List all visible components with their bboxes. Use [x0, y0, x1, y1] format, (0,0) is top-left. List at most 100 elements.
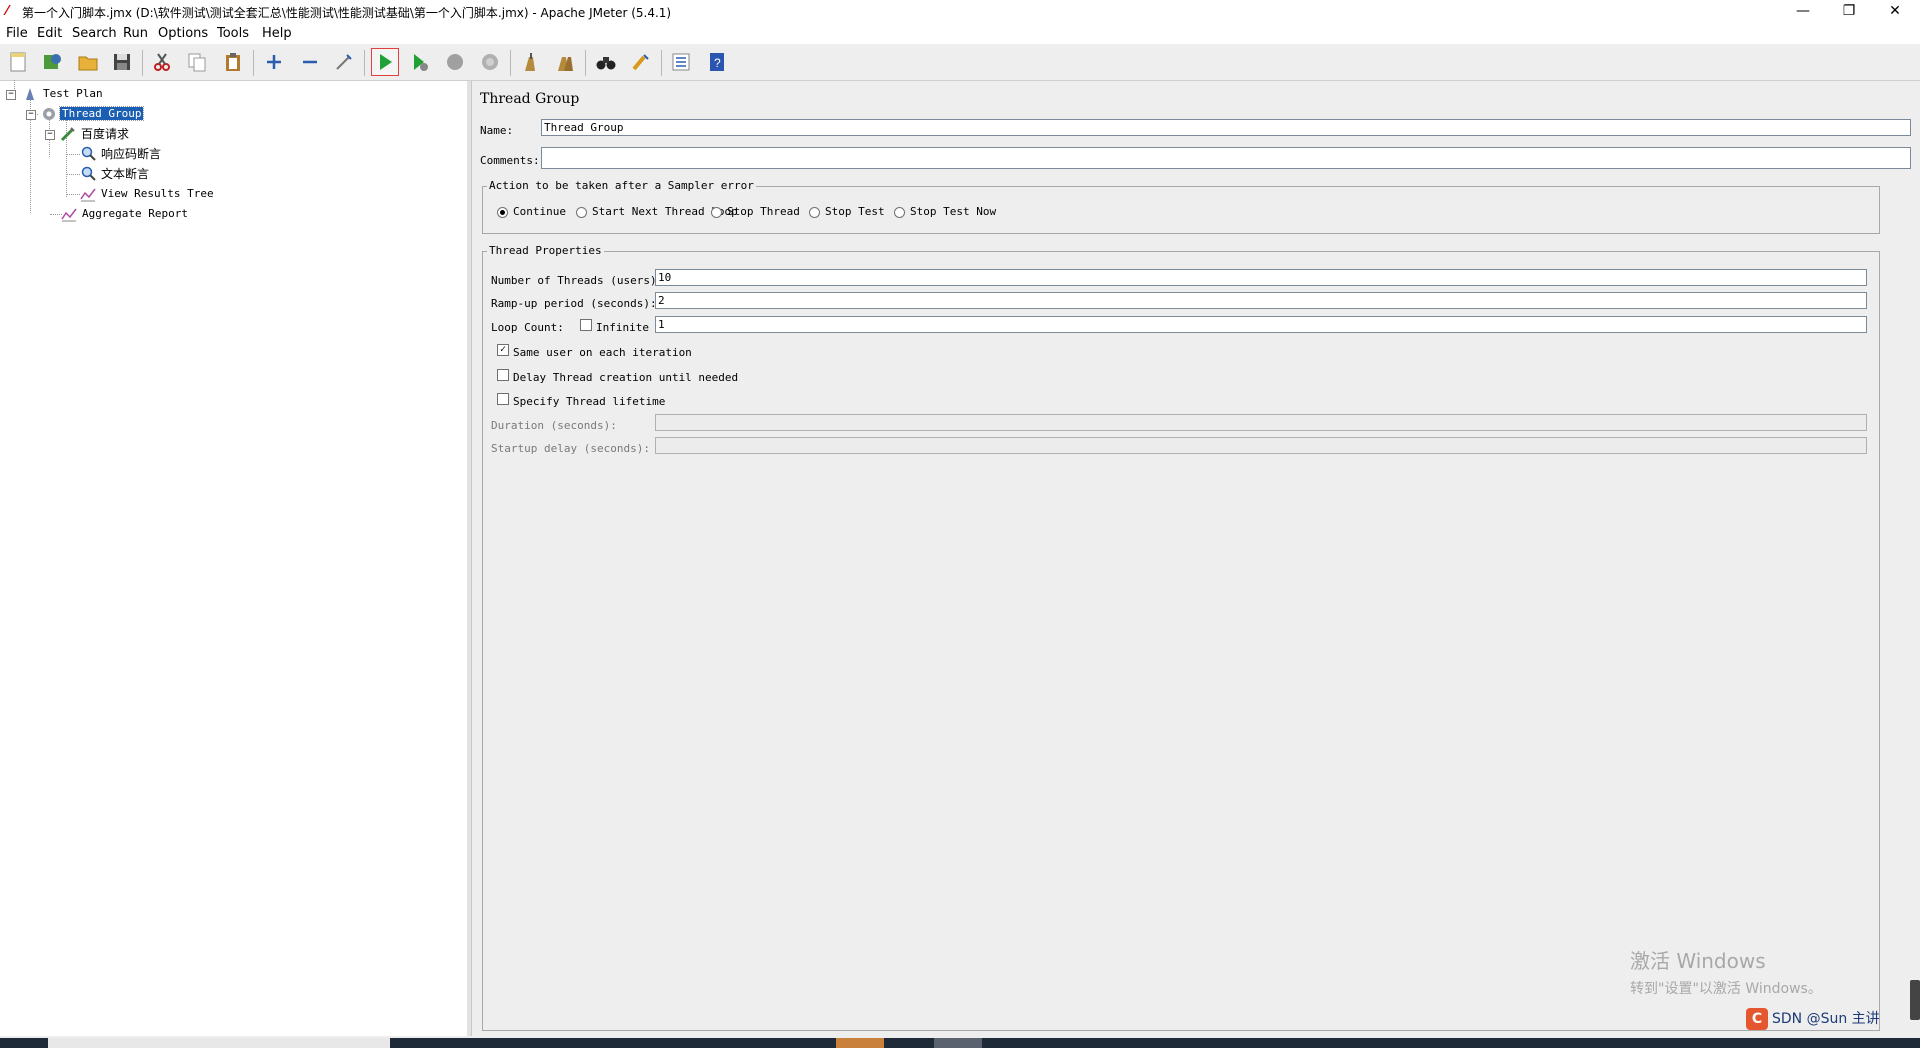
scissors-icon [154, 53, 170, 71]
shutdown-button[interactable] [476, 48, 504, 76]
save-button[interactable] [108, 48, 136, 76]
stop-test-now-label[interactable]: Stop Test Now [910, 205, 996, 218]
stop-test-now-radio[interactable] [894, 207, 905, 218]
thread-lifetime-checkbox[interactable] [497, 393, 509, 405]
menu-edit[interactable]: Edit [37, 26, 62, 41]
play-no-pauses-icon [414, 54, 428, 71]
test-plan-icon [22, 86, 38, 102]
jmeter-feather-icon: ⁄ [6, 4, 9, 19]
title-bar: ⁄ 第一个入门脚本.jmx (D:\软件测试\测试全套汇总\性能测试\性能测试基… [0, 0, 1920, 24]
menu-options[interactable]: Options [158, 26, 208, 41]
stop-thread-label[interactable]: Stop Thread [727, 205, 800, 218]
stop-thread-radio[interactable] [711, 207, 722, 218]
loop-count-field[interactable]: 1 [655, 316, 1867, 333]
close-button[interactable]: ✕ [1872, 0, 1918, 22]
templates-button[interactable] [38, 48, 66, 76]
windows-activation-watermark: 激活 Windows 转到"设置"以激活 Windows。 [1630, 945, 1822, 998]
reset-search-broom-icon [632, 54, 649, 71]
continue-radio[interactable] [497, 207, 508, 218]
name-field[interactable]: Thread Group [541, 119, 1911, 136]
tree-node-response-code-assertion[interactable]: 响应码断言 [80, 146, 163, 162]
help-book-icon: ? [710, 53, 724, 71]
same-user-label[interactable]: Same user on each iteration [513, 346, 692, 359]
stop-test-label[interactable]: Stop Test [825, 205, 885, 218]
thread-lifetime-label[interactable]: Specify Thread lifetime [513, 395, 665, 408]
http-sampler-pipette-icon [60, 126, 76, 142]
stop-test-radio[interactable] [809, 207, 820, 218]
start-no-pauses-button[interactable] [406, 48, 434, 76]
taskbar [0, 1038, 1920, 1048]
tree-node-thread-group[interactable]: Thread Group [41, 106, 145, 122]
thread-properties-legend: Thread Properties [487, 244, 604, 257]
startup-delay-field[interactable] [655, 437, 1867, 454]
same-user-checkbox[interactable]: ✓ [497, 344, 509, 356]
cut-button[interactable] [148, 48, 176, 76]
collapse-sampler-toggle[interactable]: − [45, 130, 55, 140]
new-button[interactable] [4, 48, 32, 76]
window-title: 第一个入门脚本.jmx (D:\软件测试\测试全套汇总\性能测试\性能测试基础\… [22, 6, 672, 20]
copy-icon [188, 53, 206, 72]
tree-node-baidu-request[interactable]: 百度请求 [60, 126, 131, 142]
listener-graph-icon [80, 186, 96, 202]
menu-file[interactable]: File [6, 26, 28, 41]
taskbar-segment[interactable] [48, 1038, 390, 1048]
tree-node-view-results-tree[interactable]: View Results Tree [80, 186, 216, 202]
restore-button[interactable]: ❐ [1826, 0, 1872, 22]
play-icon [380, 54, 392, 70]
copy-button[interactable] [183, 48, 211, 76]
taskbar-segment[interactable] [836, 1038, 884, 1048]
start-button[interactable] [371, 48, 399, 76]
menu-search[interactable]: Search [72, 26, 117, 41]
loop-count-label: Loop Count: [491, 321, 564, 334]
search-button[interactable] [592, 48, 620, 76]
watermark-line1: 激活 Windows [1630, 949, 1766, 973]
toggle-wand-icon [336, 54, 352, 70]
delay-thread-label[interactable]: Delay Thread creation until needed [513, 371, 738, 384]
tree-node-text-assertion[interactable]: 文本断言 [80, 166, 151, 182]
tree-node-test-plan[interactable]: Test Plan [22, 86, 105, 102]
continue-label[interactable]: Continue [513, 205, 566, 218]
templates-icon [44, 54, 61, 69]
help-button[interactable]: ? [703, 48, 731, 76]
startup-delay-label: Startup delay (seconds): [491, 442, 650, 455]
infinite-checkbox[interactable] [580, 319, 592, 331]
threads-label: Number of Threads (users): [491, 274, 664, 287]
csdn-logo-icon: C [1746, 1008, 1768, 1030]
listener-graph-icon [61, 206, 77, 222]
paste-button[interactable] [219, 48, 247, 76]
function-helper-button[interactable] [667, 48, 695, 76]
binoculars-search-icon [596, 57, 616, 70]
watermark-line2: 转到"设置"以激活 Windows。 [1630, 981, 1822, 997]
clear-all-button[interactable] [551, 48, 579, 76]
expand-all-button[interactable] [260, 48, 288, 76]
toggle-button[interactable] [330, 48, 358, 76]
reset-search-button[interactable] [627, 48, 655, 76]
infinite-label[interactable]: Infinite [596, 321, 649, 334]
delay-thread-checkbox[interactable] [497, 369, 509, 381]
broom-clear-all-icon [558, 57, 573, 71]
assertion-magnifier-icon [80, 166, 96, 182]
stop-button[interactable] [441, 48, 469, 76]
taskbar-segment[interactable] [934, 1038, 982, 1048]
open-button[interactable] [74, 48, 102, 76]
start-next-loop-radio[interactable] [576, 207, 587, 218]
tree-node-aggregate-report[interactable]: Aggregate Report [61, 206, 190, 222]
menu-tools[interactable]: Tools [217, 26, 249, 41]
thread-group-gear-icon [41, 106, 57, 122]
clear-button[interactable] [516, 48, 544, 76]
collapse-thread-group-toggle[interactable]: − [26, 110, 36, 120]
scroll-handle[interactable] [1910, 980, 1920, 1020]
collapse-all-button[interactable] [296, 48, 324, 76]
sampler-error-group: Action to be taken after a Sampler error… [482, 179, 1880, 234]
toolbar: ? [0, 44, 1920, 81]
threads-field[interactable]: 10 [655, 269, 1867, 286]
minimize-button[interactable]: — [1780, 0, 1826, 22]
menu-run[interactable]: Run [123, 26, 148, 41]
duration-field[interactable] [655, 414, 1867, 431]
collapse-test-plan-toggle[interactable]: − [6, 90, 16, 100]
comments-field[interactable] [541, 147, 1911, 169]
rampup-field[interactable]: 2 [655, 292, 1867, 309]
thread-group-panel: Thread Group Name: Thread Group Comments… [472, 81, 1920, 1036]
menu-help[interactable]: Help [262, 26, 292, 41]
plus-icon [267, 55, 281, 69]
